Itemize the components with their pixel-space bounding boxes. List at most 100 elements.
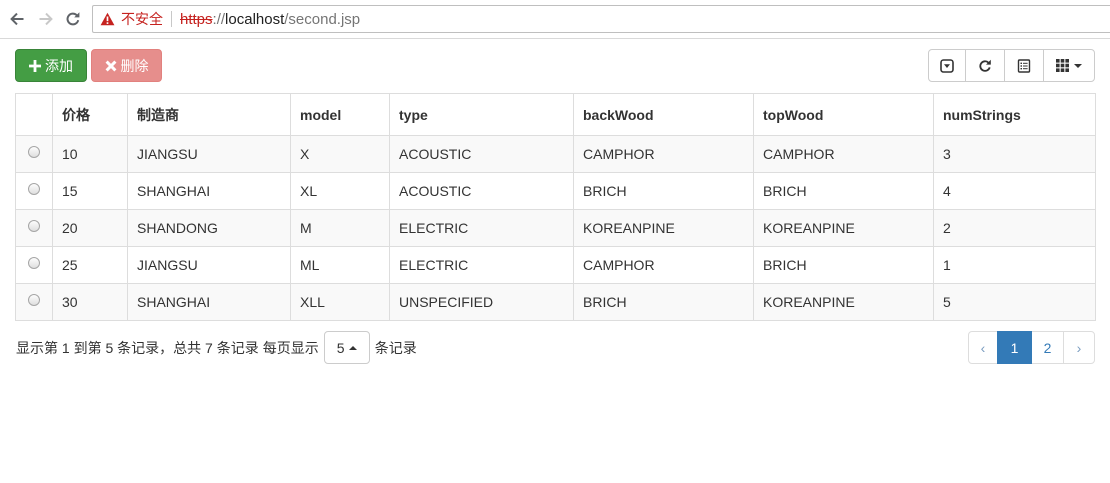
caret-down-icon	[1074, 63, 1082, 68]
page-list: 每页显示 5 条记录	[263, 331, 417, 364]
row-select-cell[interactable]	[15, 283, 53, 321]
omnibox-divider	[171, 11, 172, 27]
pagination-info: 显示第 1 到第 5 条记录，总共 7 条记录	[16, 339, 259, 356]
security-label: 不安全	[121, 11, 163, 27]
cell-manufacturer: JIANGSU	[127, 135, 291, 173]
row-select-cell[interactable]	[15, 246, 53, 284]
cell-numstrings: 2	[933, 209, 1096, 247]
reload-button[interactable]	[63, 9, 83, 29]
forward-button[interactable]	[36, 9, 56, 29]
arrow-right-icon	[39, 12, 53, 26]
cell-manufacturer: SHANGHAI	[127, 172, 291, 210]
column-header-backwood: backWood	[573, 93, 754, 136]
add-button[interactable]: 添加	[15, 49, 87, 82]
browser-toolbar: 不安全 https :// localhost /second.jsp	[0, 0, 1110, 39]
cell-manufacturer: SHANGHAI	[127, 283, 291, 321]
address-bar[interactable]: 不安全 https :// localhost /second.jsp	[92, 5, 1110, 33]
toggle-pagination-button[interactable]	[928, 49, 966, 82]
url-text[interactable]: https :// localhost /second.jsp	[180, 11, 360, 28]
cell-backwood: CAMPHOR	[573, 246, 754, 284]
row-select-radio[interactable]	[28, 146, 40, 158]
table-view-controls	[928, 49, 1095, 82]
page-prev[interactable]: ‹	[968, 331, 998, 364]
page-size-value: 5	[336, 339, 345, 356]
header-row: 价格 制造商 model type backWood topWood numSt…	[15, 93, 1096, 136]
pagination-detail: 显示第 1 到第 5 条记录，总共 7 条记录 每页显示 5 条记录	[16, 331, 417, 364]
remove-icon	[105, 60, 116, 71]
refresh-button[interactable]	[965, 49, 1005, 82]
cell-model: XLL	[290, 283, 390, 321]
page-prev-link[interactable]: ‹	[969, 332, 997, 363]
cell-numstrings: 4	[933, 172, 1096, 210]
cell-type: ACOUSTIC	[389, 135, 574, 173]
cell-numstrings: 3	[933, 135, 1096, 173]
row-select-cell[interactable]	[15, 172, 53, 210]
warning-triangle-icon	[100, 12, 115, 26]
list-alt-icon	[1017, 58, 1031, 73]
table-toolbar: 添加 删除	[0, 49, 1110, 82]
url-separator: ://	[212, 10, 226, 28]
cell-type: ELECTRIC	[389, 209, 574, 247]
table-body: 10 JIANGSU X ACOUSTIC CAMPHOR CAMPHOR 3 …	[15, 135, 1096, 321]
table-row[interactable]: 30 SHANGHAI XLL UNSPECIFIED BRICH KOREAN…	[15, 283, 1096, 321]
collapse-down-icon	[940, 58, 954, 73]
table-row[interactable]: 20 SHANDONG M ELECTRIC KOREANPINE KOREAN…	[15, 209, 1096, 247]
cell-numstrings: 1	[933, 246, 1096, 284]
table-row[interactable]: 25 JIANGSU ML ELECTRIC CAMPHOR BRICH 1	[15, 246, 1096, 284]
row-select-cell[interactable]	[15, 135, 53, 173]
column-header-topwood: topWood	[753, 93, 934, 136]
cell-price: 20	[52, 209, 128, 247]
column-header-manufacturer: 制造商	[127, 93, 291, 136]
cell-model: M	[290, 209, 390, 247]
cell-topwood: KOREANPINE	[753, 283, 934, 321]
cell-model: XL	[290, 172, 390, 210]
toggle-view-button[interactable]	[1004, 49, 1044, 82]
row-select-radio[interactable]	[28, 220, 40, 232]
columns-dropdown-button[interactable]	[1043, 49, 1095, 82]
page-next[interactable]: ›	[1063, 331, 1095, 364]
back-button[interactable]	[7, 9, 27, 29]
page-next-link[interactable]: ›	[1064, 332, 1094, 363]
table-row[interactable]: 10 JIANGSU X ACOUSTIC CAMPHOR CAMPHOR 3	[15, 135, 1096, 173]
table-row[interactable]: 15 SHANGHAI XL ACOUSTIC BRICH BRICH 4	[15, 172, 1096, 210]
cell-price: 25	[52, 246, 128, 284]
row-select-radio[interactable]	[28, 183, 40, 195]
page-size-dropdown[interactable]: 5	[323, 331, 370, 364]
cell-topwood: CAMPHOR	[753, 135, 934, 173]
cell-model: X	[290, 135, 390, 173]
add-button-label: 添加	[45, 57, 73, 74]
cell-topwood: BRICH	[753, 172, 934, 210]
page-size-prefix: 每页显示	[262, 339, 319, 356]
table-container: 价格 制造商 model type backWood topWood numSt…	[15, 93, 1096, 321]
cell-manufacturer: SHANDONG	[127, 209, 291, 247]
cell-price: 30	[52, 283, 128, 321]
cell-model: ML	[290, 246, 390, 284]
column-header-model: model	[290, 93, 390, 136]
cell-topwood: KOREANPINE	[753, 209, 934, 247]
page-number-link[interactable]: 2	[1032, 332, 1063, 363]
column-header-type: type	[389, 93, 574, 136]
column-header-price: 价格	[52, 93, 128, 136]
row-select-radio[interactable]	[28, 294, 40, 306]
grid-icon	[1056, 59, 1069, 72]
cell-manufacturer: JIANGSU	[127, 246, 291, 284]
cell-type: ACOUSTIC	[389, 172, 574, 210]
security-indicator[interactable]: 不安全	[100, 9, 163, 29]
row-select-radio[interactable]	[28, 257, 40, 269]
delete-button-label: 删除	[120, 57, 149, 74]
cell-backwood: BRICH	[573, 283, 754, 321]
page-size-suffix: 条记录	[374, 339, 417, 356]
delete-button[interactable]: 删除	[91, 49, 162, 82]
header-select-cell	[15, 93, 53, 136]
page-number[interactable]: 1	[997, 331, 1032, 364]
plus-icon	[29, 59, 41, 72]
page-number-link[interactable]: 1	[998, 332, 1031, 363]
page-number[interactable]: 2	[1031, 331, 1064, 364]
data-table: 价格 制造商 model type backWood topWood numSt…	[15, 93, 1096, 321]
url-scheme: https	[180, 10, 213, 28]
cell-type: UNSPECIFIED	[389, 283, 574, 321]
row-select-cell[interactable]	[15, 209, 53, 247]
arrow-left-icon	[10, 12, 24, 26]
cell-backwood: BRICH	[573, 172, 754, 210]
column-header-numstrings: numStrings	[933, 93, 1096, 136]
